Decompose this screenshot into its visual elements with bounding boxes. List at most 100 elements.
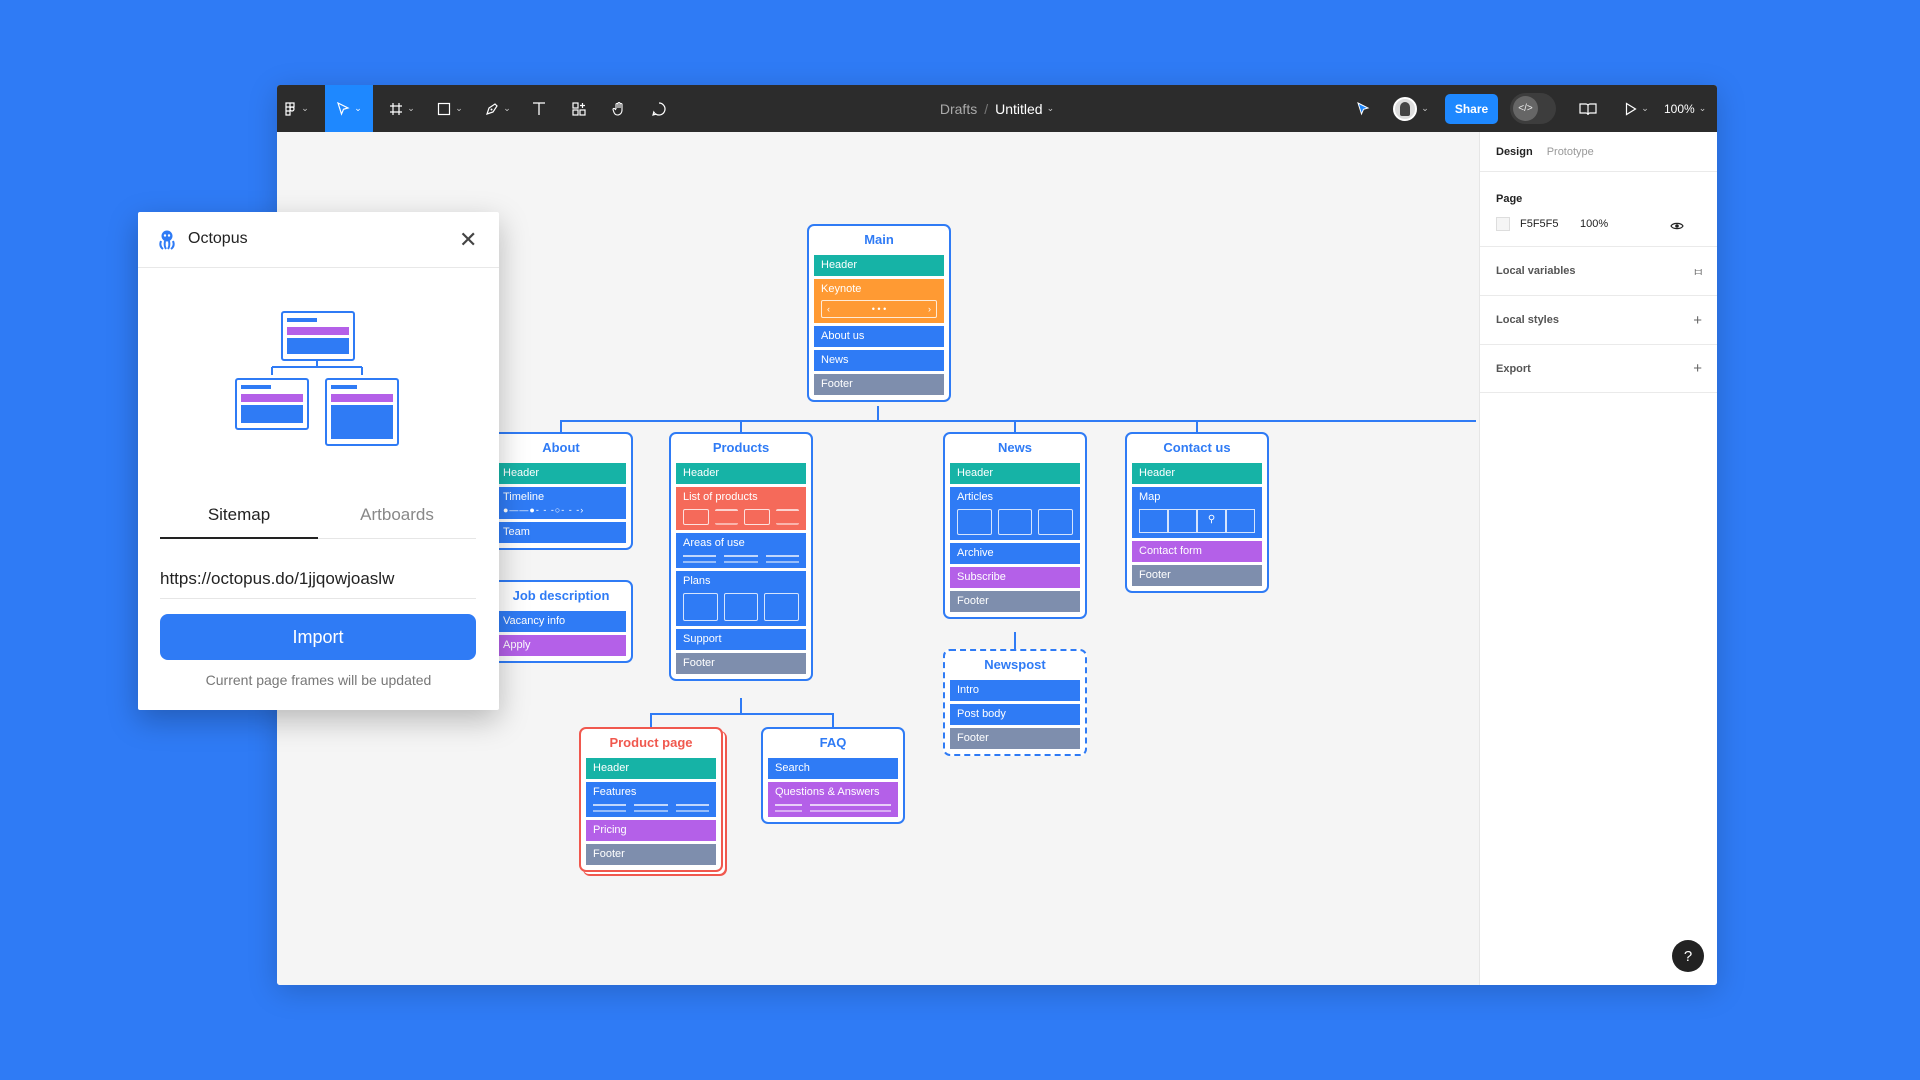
text-tool-button[interactable] [527, 85, 551, 132]
block-plans[interactable]: Plans [676, 571, 806, 626]
tab-sitemap[interactable]: Sitemap [160, 505, 318, 525]
sitemap-card-newspost[interactable]: Newspost Intro Post body Footer [943, 649, 1087, 756]
comment-icon [652, 101, 666, 116]
block-footer[interactable]: Footer [586, 844, 716, 865]
block-header[interactable]: Header [814, 255, 944, 276]
visibility-toggle[interactable] [1670, 218, 1684, 236]
sitemap-card-products[interactable]: Products Header List of products Areas o… [669, 432, 813, 681]
block-map[interactable]: Map ⚲ [1132, 487, 1262, 538]
plugin-tabs: Sitemap Artboards [160, 495, 476, 539]
eye-icon [1670, 222, 1684, 230]
shape-tool-button[interactable]: ⌄ [433, 85, 467, 132]
tab-prototype[interactable]: Prototype [1547, 146, 1594, 158]
block-questions-answers[interactable]: Questions & Answers [768, 782, 898, 817]
block-archive[interactable]: Archive [950, 543, 1080, 564]
card-title: Main [864, 231, 894, 247]
pen-tool-button[interactable]: ⌄ [481, 85, 515, 132]
user-menu[interactable]: ⌄ [1389, 85, 1433, 132]
hand-tool-button[interactable] [607, 85, 631, 132]
sitemap-card-contact-us[interactable]: Contact us Header Map ⚲ Contact form Foo… [1125, 432, 1269, 593]
breadcrumb-drafts[interactable]: Drafts [940, 101, 977, 117]
block-intro[interactable]: Intro [950, 680, 1080, 701]
sitemap-card-job-description[interactable]: Job description Vacancy info Apply [489, 580, 633, 663]
block-about-us[interactable]: About us [814, 326, 944, 347]
block-footer[interactable]: Footer [950, 591, 1080, 612]
tab-artboards[interactable]: Artboards [318, 505, 476, 525]
sitemap-card-main[interactable]: Main Header Keynote ‹ • • • › About us New… [807, 224, 951, 402]
plus-icon[interactable]: + [1693, 312, 1702, 329]
close-icon[interactable]: ✕ [459, 229, 477, 251]
share-button[interactable]: Share [1445, 94, 1498, 124]
shape-tool-icon [438, 102, 451, 115]
block-label: Plans [683, 575, 711, 587]
help-button[interactable]: ? [1672, 940, 1704, 972]
block-vacancy-info[interactable]: Vacancy info [496, 611, 626, 632]
block-post-body[interactable]: Post body [950, 704, 1080, 725]
import-button[interactable]: Import [160, 614, 476, 660]
move-tool-button[interactable]: ⌄ [325, 85, 373, 132]
local-variables-section[interactable]: Local variables ⧦ [1480, 246, 1717, 295]
block-support[interactable]: Support [676, 629, 806, 650]
pen-tool-icon [486, 102, 498, 115]
card-title: Job description [512, 587, 610, 603]
zoom-level: 100% [1664, 101, 1695, 116]
file-name[interactable]: Untitled [995, 101, 1042, 117]
block-footer[interactable]: Footer [814, 374, 944, 395]
block-subscribe[interactable]: Subscribe [950, 567, 1080, 588]
present-button[interactable]: ⌄ [1620, 85, 1654, 132]
block-header[interactable]: Header [586, 758, 716, 779]
zoom-control[interactable]: 100% ⌄ [1664, 85, 1706, 132]
block-news[interactable]: News [814, 350, 944, 371]
local-styles-section[interactable]: Local styles + [1480, 295, 1717, 344]
code-icon: </> [1513, 96, 1538, 121]
block-team[interactable]: Team [496, 522, 626, 543]
sitemap-card-about[interactable]: About Header Timeline ●——●- - -○- - -› T… [489, 432, 633, 550]
block-header[interactable]: Header [496, 463, 626, 484]
comment-tool-button[interactable] [647, 85, 671, 132]
block-footer[interactable]: Footer [676, 653, 806, 674]
block-search[interactable]: Search [768, 758, 898, 779]
block-footer[interactable]: Footer [1132, 565, 1262, 586]
sliders-icon[interactable]: ⧦ [1695, 264, 1702, 279]
sitemap-card-news[interactable]: News Header Articles Archive Subscribe F… [943, 432, 1087, 619]
sitemap-card-faq[interactable]: FAQ Search Questions & Answers [761, 727, 905, 824]
block-areas-of-use[interactable]: Areas of use [676, 533, 806, 568]
cursor-icon [1357, 101, 1370, 115]
block-features[interactable]: Features [586, 782, 716, 817]
main-menu-icon [285, 101, 295, 116]
block-header[interactable]: Header [676, 463, 806, 484]
block-list-of-products[interactable]: List of products [676, 487, 806, 530]
hand-tool-icon [612, 101, 623, 116]
block-articles[interactable]: Articles [950, 487, 1080, 540]
block-footer[interactable]: Footer [950, 728, 1080, 749]
chevron-down-icon[interactable]: ⌄ [1047, 103, 1055, 114]
block-header[interactable]: Header [1132, 463, 1262, 484]
sitemap-illustration [235, 311, 399, 446]
octopus-plugin-window: Octopus ✕ Sitemap Artboards https://octo… [138, 212, 499, 710]
block-keynote[interactable]: Keynote ‹ • • • › [814, 279, 944, 323]
multiplayer-cursor-button[interactable] [1349, 85, 1377, 132]
card-title: News [998, 439, 1032, 455]
page-opacity-value[interactable]: 100% [1580, 218, 1608, 230]
main-menu-button[interactable]: ⌄ [277, 85, 315, 132]
block-header[interactable]: Header [950, 463, 1080, 484]
block-label: Articles [957, 491, 994, 503]
resources-button[interactable] [567, 85, 591, 132]
export-section[interactable]: Export + [1480, 344, 1717, 393]
frame-tool-button[interactable]: ⌄ [385, 85, 419, 132]
sitemap-card-product-page[interactable]: Product page Header Features Pricing Foo… [579, 727, 723, 872]
page-color-swatch[interactable] [1496, 217, 1510, 231]
page-color-value[interactable]: F5F5F5 [1520, 218, 1559, 230]
block-contact-form[interactable]: Contact form [1132, 541, 1262, 562]
block-apply[interactable]: Apply [496, 635, 626, 656]
section-label: Local variables [1496, 265, 1576, 277]
block-pricing[interactable]: Pricing [586, 820, 716, 841]
block-timeline[interactable]: Timeline ●——●- - -○- - -› [496, 487, 626, 519]
card-title: Products [712, 439, 770, 455]
tab-design[interactable]: Design [1496, 146, 1533, 158]
library-button[interactable] [1576, 85, 1600, 132]
sitemap-url-input[interactable]: https://octopus.do/1jjqowjoaslw [160, 557, 476, 599]
book-icon [1579, 102, 1597, 115]
dev-mode-toggle[interactable]: </> [1510, 93, 1556, 124]
plus-icon[interactable]: + [1693, 360, 1702, 377]
